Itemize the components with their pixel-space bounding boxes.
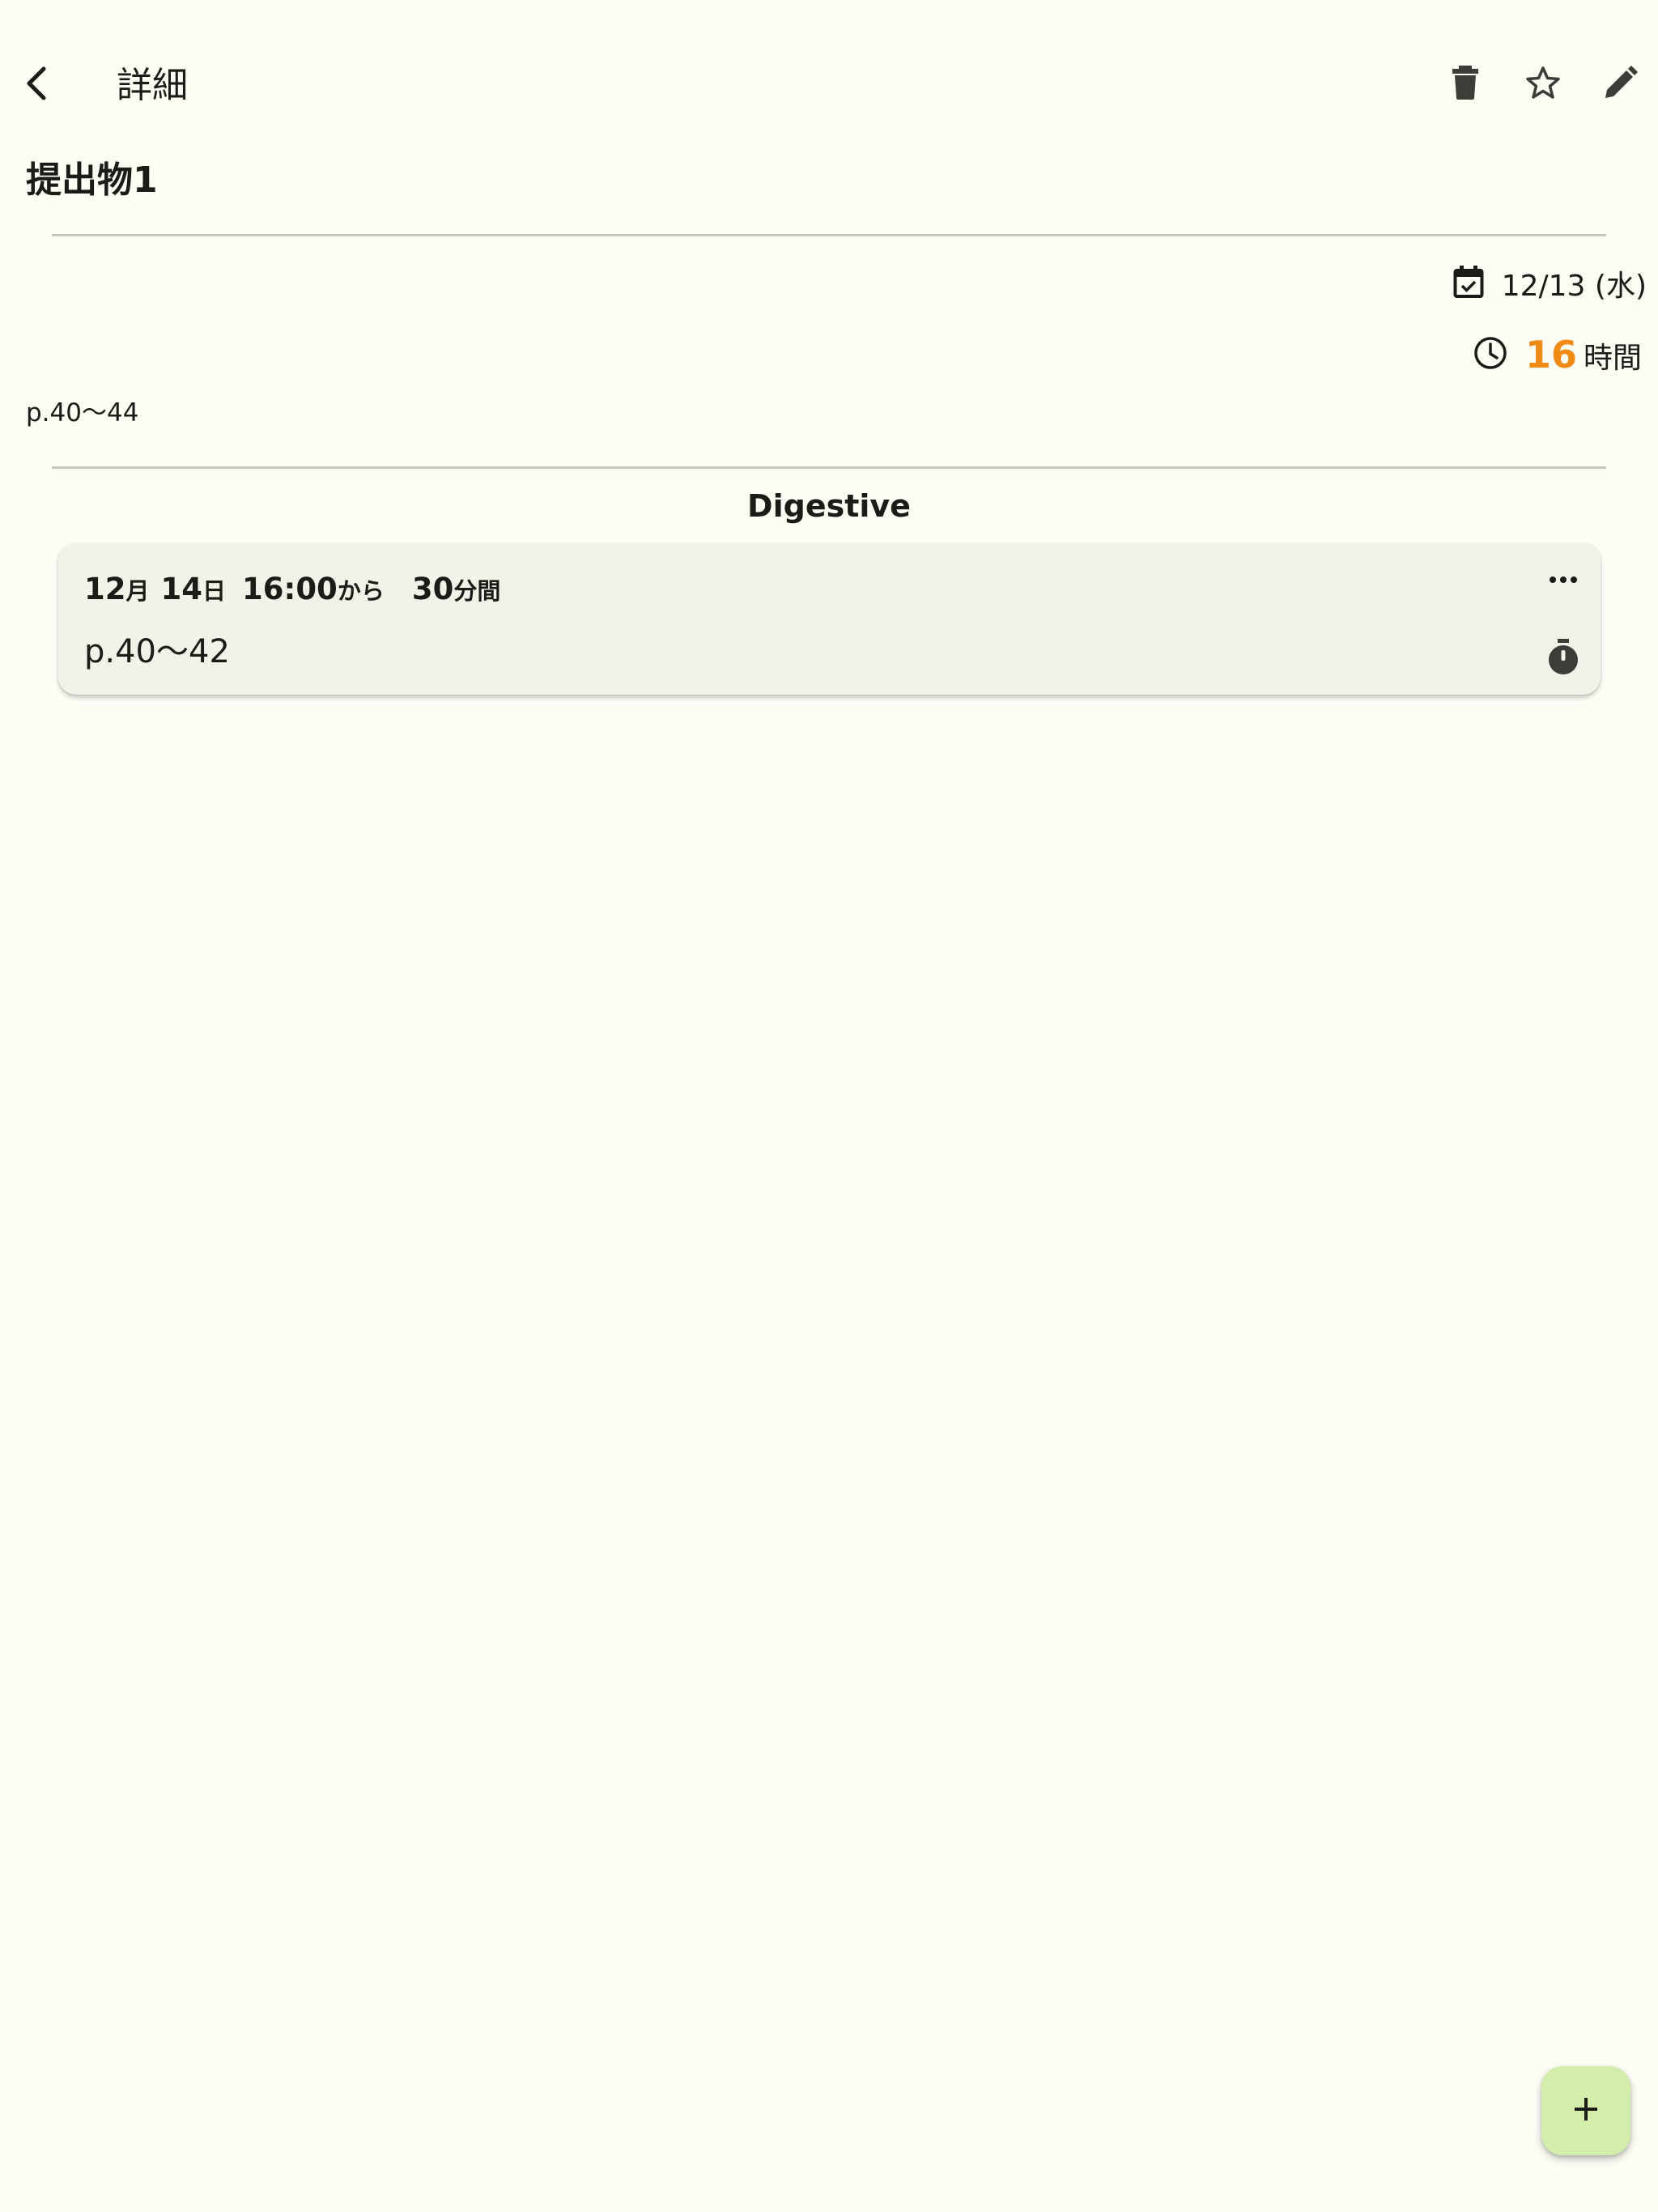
session-day: 14	[160, 572, 203, 606]
hours-unit: 時間	[1583, 342, 1642, 375]
session-duration-suffix: 分間	[453, 577, 501, 605]
required-hours-row: 16 時間	[1473, 329, 1642, 381]
edit-button[interactable]	[1588, 52, 1653, 117]
add-session-button[interactable]	[1541, 2066, 1630, 2155]
pencil-icon	[1604, 66, 1638, 103]
session-duration: 30	[411, 572, 454, 606]
chevron-left-icon	[23, 64, 49, 106]
session-month: 12	[84, 572, 126, 606]
session-more-button[interactable]	[1539, 559, 1588, 599]
hours-value: 16	[1524, 333, 1577, 376]
divider	[52, 466, 1606, 469]
session-start-time: 16:00	[242, 572, 338, 606]
page-title: 詳細	[117, 65, 188, 106]
back-button[interactable]	[11, 55, 60, 115]
study-session-card[interactable]: 12 月 14 日 16:00 から 30 分間 p.40〜42	[58, 542, 1601, 695]
divider	[52, 234, 1606, 236]
star-outline-icon	[1526, 66, 1560, 103]
trash-icon	[1452, 66, 1479, 103]
clock-icon	[1473, 336, 1507, 373]
section-title: Digestive	[747, 488, 911, 524]
task-memo: p.40〜44	[26, 398, 139, 428]
delete-button[interactable]	[1433, 52, 1498, 117]
due-date-row: 12/13 (水)	[1453, 259, 1647, 308]
session-header: 12 月 14 日 16:00 から 30 分間	[84, 572, 500, 606]
more-horizontal-icon	[1549, 572, 1578, 587]
favorite-button[interactable]	[1511, 52, 1575, 117]
session-month-suffix: 月	[125, 577, 150, 605]
session-timer-button[interactable]	[1539, 635, 1588, 683]
session-day-suffix: 日	[202, 577, 227, 605]
calendar-check-icon	[1453, 265, 1484, 302]
stopwatch-icon	[1547, 639, 1579, 679]
due-date-text: 12/13 (水)	[1501, 270, 1647, 303]
session-start-suffix: から	[337, 577, 385, 605]
task-title: 提出物1	[26, 160, 158, 201]
plus-icon	[1573, 2096, 1599, 2125]
session-memo: p.40〜42	[84, 633, 230, 670]
